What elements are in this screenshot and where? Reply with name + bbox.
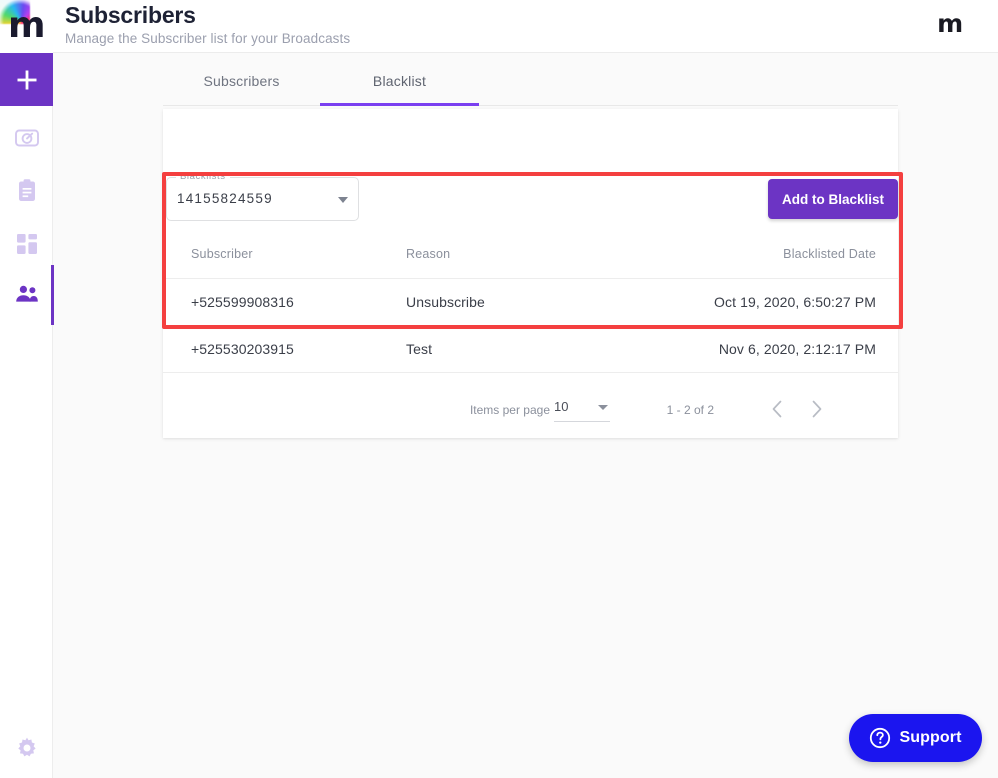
grid-tiles-icon [16,234,37,254]
sidebar [0,53,54,778]
sidebar-item-settings[interactable] [0,726,53,770]
table-header-row: Subscriber Reason Blacklisted Date [163,230,898,279]
sidebar-item-campaigns[interactable] [0,161,53,221]
tab-subscribers[interactable]: Subscribers [163,58,320,105]
blacklists-select[interactable]: Blacklists 14155824559 [166,171,359,221]
content-area: Subscribers Blacklist Blacklists 1415582… [53,53,998,778]
page-subtitle: Manage the Subscriber list for your Broa… [65,31,351,46]
people-icon [15,285,38,302]
column-header-reason: Reason [406,247,451,261]
chevron-down-icon [598,405,608,410]
column-header-blacklisted-date: Blacklisted Date [783,247,876,261]
cell-subscriber: +525530203915 [191,341,294,357]
app-root: m Subscribers Manage the Subscriber list… [0,0,998,778]
cell-reason: Test [406,341,433,357]
clipboard-icon [18,179,35,201]
blacklist-table: Subscriber Reason Blacklisted Date +5255… [163,230,898,373]
tab-blacklist[interactable]: Blacklist [320,58,479,106]
brand-wordmark: m [937,9,963,38]
previous-page-button[interactable] [762,394,792,424]
blacklists-select-label: Blacklists [176,171,230,182]
chevron-down-icon [338,197,348,203]
support-label: Support [899,729,962,746]
next-page-button[interactable] [802,394,832,424]
chevron-right-icon [812,400,822,418]
cell-blacklisted-date: Nov 6, 2020, 2:12:17 PM [718,341,876,357]
chevron-left-icon [772,400,782,418]
gear-icon [17,737,36,757]
cell-subscriber: +525599908316 [191,294,294,310]
plus-icon [17,70,36,89]
question-circle-icon [870,727,891,749]
table-row[interactable]: +525599908316 Unsubscribe Oct 19, 2020, … [163,279,898,326]
items-per-page-label: Items per page [469,403,550,417]
page-range-label: 1 - 2 of 2 [666,403,714,417]
items-per-page-value: 10 [554,399,569,414]
app-logo[interactable]: m [0,0,53,53]
logo-letter: m [8,5,46,46]
sidebar-item-add[interactable] [0,53,53,106]
table-row[interactable]: +525530203915 Test Nov 6, 2020, 2:12:17 … [163,326,898,373]
support-button[interactable]: Support [849,714,982,762]
column-header-subscriber: Subscriber [191,247,253,261]
cell-blacklisted-date: Oct 19, 2020, 6:50:27 PM [714,294,876,310]
blacklists-select-value: 14155824559 [177,191,273,206]
add-to-blacklist-button[interactable]: Add to Blacklist [768,179,898,219]
items-per-page-select[interactable]: 10 [554,396,610,422]
tab-bar: Subscribers Blacklist [163,58,898,106]
top-header: m Subscribers Manage the Subscriber list… [0,0,998,53]
cell-reason: Unsubscribe [406,294,485,310]
speedometer-icon [14,129,39,147]
paginator: Items per page 10 1 - 2 of 2 [163,382,898,438]
page-title: Subscribers [65,2,196,28]
blacklist-card: Blacklists 14155824559 Add to Blacklist … [163,109,898,438]
sidebar-item-subscribers[interactable] [0,265,54,325]
sidebar-item-dashboard[interactable] [0,108,53,168]
